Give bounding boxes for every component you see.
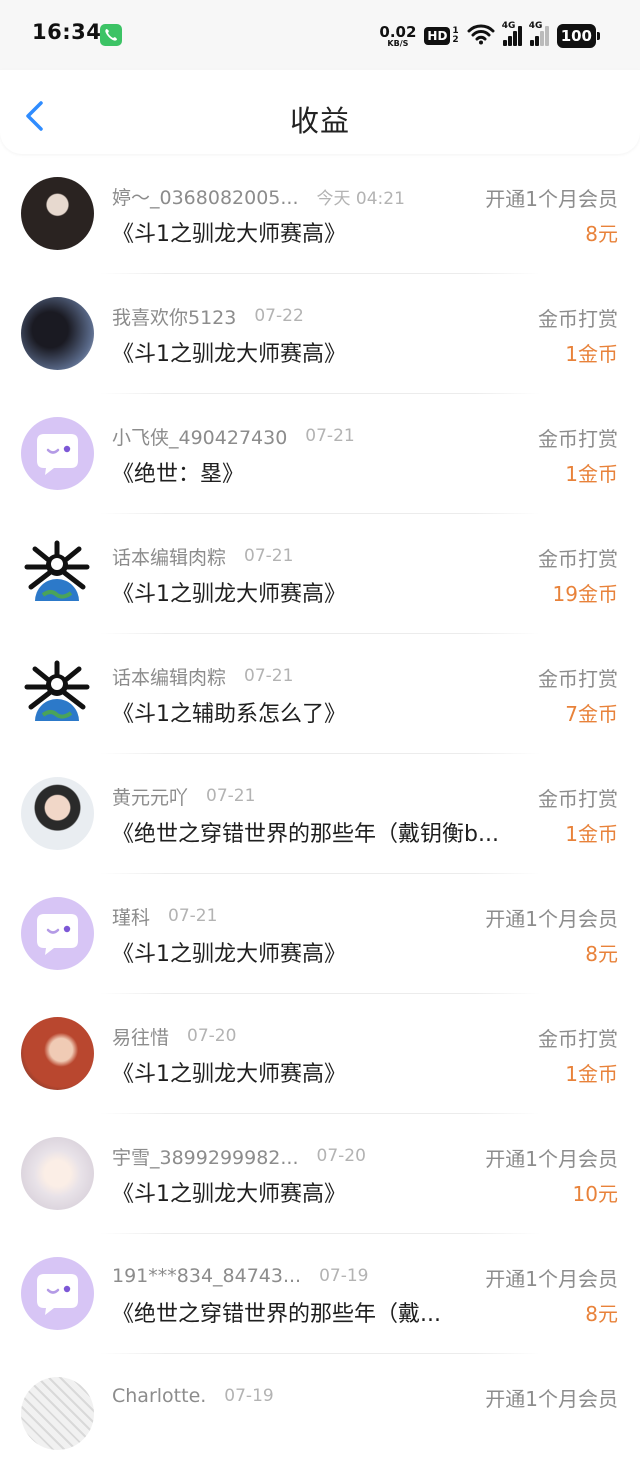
book-title: 《斗1之驯龙大师赛高》: [112, 942, 346, 967]
signal-4g-icon-1: 4G: [502, 21, 522, 46]
avatar[interactable]: [21, 777, 94, 850]
user-name[interactable]: 话本编辑肉粽: [112, 543, 226, 570]
avatar[interactable]: [21, 297, 94, 370]
user-name[interactable]: 小飞侠_490427430: [112, 423, 287, 450]
reward-type: 金币打赏: [538, 547, 618, 571]
user-name[interactable]: 我喜欢你5123: [112, 303, 236, 330]
status-icons: 0.02 KB/S HD 12 4G 4G 100: [379, 21, 601, 50]
earth-creature-icon: [24, 540, 90, 601]
entry-date: 07-20: [187, 1026, 237, 1046]
book-title: 《绝世之穿错世界的那些年（戴...: [112, 1302, 441, 1327]
signal-4g-icon-2: 4G: [529, 21, 549, 46]
avatar[interactable]: [21, 1377, 94, 1450]
avatar[interactable]: [21, 1137, 94, 1210]
list-item[interactable]: Charlotte. 07-19 开通1个月会员: [0, 1354, 640, 1474]
user-name[interactable]: 婷～_0368082005...: [112, 183, 299, 210]
avatar[interactable]: [21, 1017, 94, 1090]
user-name[interactable]: 宇雪_3899299982...: [112, 1143, 299, 1170]
user-name[interactable]: 瑾科: [112, 903, 150, 930]
user-name[interactable]: 易往惜: [112, 1023, 169, 1050]
entry-date: 07-21: [206, 786, 256, 806]
avatar[interactable]: [21, 537, 94, 610]
user-name[interactable]: Charlotte.: [112, 1385, 206, 1407]
list-item[interactable]: 瑾科 07-21 《斗1之驯龙大师赛高》 开通1个月会员 8元: [0, 874, 640, 994]
entry-date: 07-21: [168, 906, 218, 926]
list-item[interactable]: 话本编辑肉粽 07-21 《斗1之辅助系怎么了》 金币打赏 7金币: [0, 634, 640, 754]
book-title: 《绝世：塁》: [112, 462, 245, 487]
earth-creature-icon: [24, 660, 90, 721]
book-title: 《斗1之驯龙大师赛高》: [112, 582, 346, 607]
reward-amount: 8元: [585, 942, 618, 966]
entry-date: 07-20: [316, 1146, 366, 1166]
reward-type: 金币打赏: [538, 427, 618, 451]
entry-date: 07-21: [305, 426, 355, 446]
page-header: 收益: [0, 70, 640, 154]
chat-bubble-icon: [37, 914, 78, 955]
avatar[interactable]: [21, 177, 94, 250]
book-title: 《斗1之辅助系怎么了》: [112, 702, 346, 727]
reward-type: 金币打赏: [538, 1027, 618, 1051]
user-name[interactable]: 191***834_84743...: [112, 1265, 301, 1287]
book-title: 《斗1之驯龙大师赛高》: [112, 342, 346, 367]
entry-date: 今天 04:21: [316, 188, 405, 209]
entry-date: 07-19: [319, 1266, 369, 1286]
avatar[interactable]: [21, 657, 94, 730]
chat-bubble-icon: [37, 434, 78, 475]
reward-type: 金币打赏: [538, 787, 618, 811]
list-item[interactable]: 宇雪_3899299982... 07-20 《斗1之驯龙大师赛高》 开通1个月会…: [0, 1114, 640, 1234]
reward-amount: 1金币: [565, 822, 618, 846]
reward-type: 金币打赏: [538, 667, 618, 691]
reward-amount: 7金币: [565, 702, 618, 726]
chat-bubble-icon: [37, 1274, 78, 1315]
list-item[interactable]: 小飞侠_490427430 07-21 《绝世：塁》 金币打赏 1金币: [0, 394, 640, 514]
reward-amount: 1金币: [565, 1062, 618, 1086]
list-item[interactable]: 我喜欢你5123 07-22 《斗1之驯龙大师赛高》 金币打赏 1金币: [0, 274, 640, 394]
entry-date: 07-21: [244, 666, 294, 686]
reward-type: 开通1个月会员: [485, 1147, 618, 1171]
reward-type: 金币打赏: [538, 307, 618, 331]
list-item[interactable]: 191***834_84743... 07-19 《绝世之穿错世界的那些年（戴..…: [0, 1234, 640, 1354]
user-name[interactable]: 话本编辑肉粽: [112, 663, 226, 690]
hd-voice-icon: HD 12: [424, 27, 459, 45]
reward-type: 开通1个月会员: [485, 187, 618, 211]
reward-amount: 1金币: [565, 342, 618, 366]
list-item[interactable]: 黄元元吖 07-21 《绝世之穿错世界的那些年（戴钥衡b... 金币打赏 1金币: [0, 754, 640, 874]
reward-amount: 1金币: [565, 462, 618, 486]
book-title: 《斗1之驯龙大师赛高》: [112, 1182, 346, 1207]
reward-amount: 8元: [585, 1302, 618, 1326]
entry-date: 07-22: [254, 306, 304, 326]
reward-amount: 8元: [585, 222, 618, 246]
reward-amount: 19金币: [552, 582, 618, 606]
user-name[interactable]: 黄元元吖: [112, 783, 188, 810]
status-time: 16:34: [32, 20, 102, 44]
wifi-icon: [467, 23, 495, 49]
avatar[interactable]: [21, 897, 94, 970]
avatar[interactable]: [21, 417, 94, 490]
battery-icon: 100: [556, 24, 601, 48]
list-item[interactable]: 话本编辑肉粽 07-21 《斗1之驯龙大师赛高》 金币打赏 19金币: [0, 514, 640, 634]
list-item[interactable]: 婷～_0368082005... 今天 04:21 《斗1之驯龙大师赛高》 开通1…: [0, 154, 640, 274]
network-speed: 0.02 KB/S: [379, 22, 417, 48]
list-item[interactable]: 易往惜 07-20 《斗1之驯龙大师赛高》 金币打赏 1金币: [0, 994, 640, 1114]
book-title: 《绝世之穿错世界的那些年（戴钥衡b...: [112, 822, 499, 847]
reward-type: 开通1个月会员: [485, 1267, 618, 1291]
book-title: 《斗1之驯龙大师赛高》: [112, 222, 346, 247]
page-title: 收益: [289, 104, 350, 138]
entry-date: 07-21: [244, 546, 294, 566]
entry-date: 07-19: [224, 1386, 274, 1406]
status-bar: 16:34 0.02 KB/S HD 12 4G 4G 100: [0, 0, 640, 70]
reward-amount: 10元: [572, 1182, 618, 1206]
phone-call-icon: [100, 24, 122, 46]
reward-type: 开通1个月会员: [485, 907, 618, 931]
avatar[interactable]: [21, 1257, 94, 1330]
book-title: 《斗1之驯龙大师赛高》: [112, 1062, 346, 1087]
